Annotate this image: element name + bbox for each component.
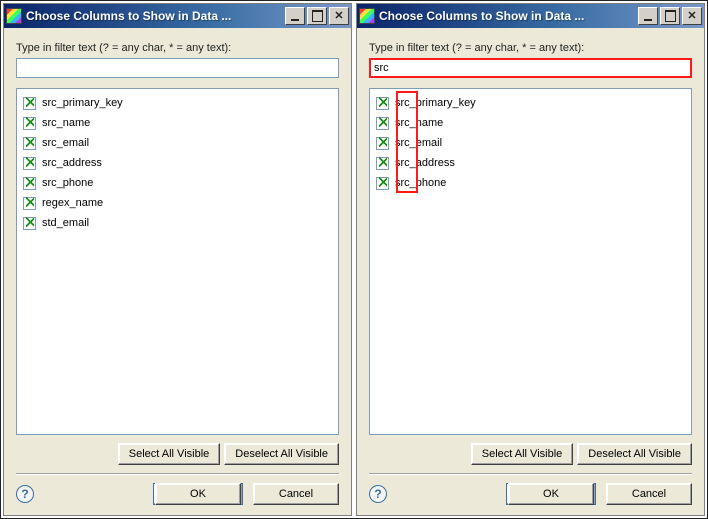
checkbox[interactable] — [23, 137, 36, 150]
checkbox[interactable] — [376, 97, 389, 110]
list-item-label: src_phone — [395, 177, 446, 189]
deselect-all-visible-button[interactable]: Deselect All Visible — [224, 443, 339, 465]
checkbox[interactable] — [376, 137, 389, 150]
minimize-button[interactable] — [638, 7, 658, 25]
dialog-choose-columns: Choose Columns to Show in Data ... ✕ Typ… — [356, 3, 705, 516]
ok-button-default-frame: OK — [506, 483, 596, 505]
close-button[interactable]: ✕ — [682, 7, 702, 25]
minimize-button[interactable] — [285, 7, 305, 25]
maximize-button[interactable] — [660, 7, 680, 25]
cancel-button[interactable]: Cancel — [606, 483, 692, 505]
close-button[interactable]: ✕ — [329, 7, 349, 25]
window-controls: ✕ — [638, 7, 704, 25]
select-button-row: Select All Visible Deselect All Visible — [369, 443, 692, 465]
list-item-label: src_name — [395, 117, 443, 129]
checkbox[interactable] — [23, 177, 36, 190]
dialog-body: Type in filter text (? = any char, * = a… — [4, 28, 351, 515]
titlebar: Choose Columns to Show in Data ... ✕ — [357, 4, 704, 28]
checkbox[interactable] — [376, 177, 389, 190]
bottom-button-row: ? OK Cancel — [369, 483, 692, 505]
list-item[interactable]: src_phone — [376, 173, 685, 193]
ok-button-default-frame: OK — [153, 483, 243, 505]
select-all-visible-button[interactable]: Select All Visible — [471, 443, 574, 465]
cancel-button[interactable]: Cancel — [253, 483, 339, 505]
list-item[interactable]: src_address — [376, 153, 685, 173]
window-title: Choose Columns to Show in Data ... — [379, 9, 638, 23]
app-icon — [359, 8, 375, 24]
list-item-label: regex_name — [42, 197, 103, 209]
filter-input[interactable] — [369, 58, 692, 78]
column-list[interactable]: src_primary_key src_name src_email src_a… — [16, 88, 339, 435]
ok-button[interactable]: OK — [155, 483, 241, 505]
dialog-choose-columns: Choose Columns to Show in Data ... ✕ Typ… — [3, 3, 352, 516]
list-item[interactable]: src_name — [23, 113, 332, 133]
help-icon[interactable]: ? — [369, 485, 387, 503]
list-item-label: src_name — [42, 117, 90, 129]
list-item-label: src_phone — [42, 177, 93, 189]
select-all-visible-button[interactable]: Select All Visible — [118, 443, 221, 465]
list-item-label: src_primary_key — [42, 97, 123, 109]
list-item[interactable]: src_address — [23, 153, 332, 173]
filter-input[interactable] — [16, 58, 339, 78]
list-item[interactable]: src_name — [376, 113, 685, 133]
filter-label: Type in filter text (? = any char, * = a… — [369, 42, 692, 54]
separator — [369, 473, 692, 475]
checkbox[interactable] — [23, 217, 36, 230]
app-icon — [6, 8, 22, 24]
list-item[interactable]: std_email — [23, 213, 332, 233]
maximize-button[interactable] — [307, 7, 327, 25]
separator — [16, 473, 339, 475]
deselect-all-visible-button[interactable]: Deselect All Visible — [577, 443, 692, 465]
list-item[interactable]: src_primary_key — [23, 93, 332, 113]
column-list[interactable]: src_primary_key src_name src_email src_a… — [369, 88, 692, 435]
window-controls: ✕ — [285, 7, 351, 25]
bottom-button-row: ? OK Cancel — [16, 483, 339, 505]
list-item[interactable]: src_primary_key — [376, 93, 685, 113]
list-item-label: src_address — [42, 157, 102, 169]
checkbox[interactable] — [376, 117, 389, 130]
select-button-row: Select All Visible Deselect All Visible — [16, 443, 339, 465]
list-item-label: src_email — [42, 137, 89, 149]
checkbox[interactable] — [23, 97, 36, 110]
checkbox[interactable] — [23, 157, 36, 170]
list-item-label: src_address — [395, 157, 455, 169]
titlebar: Choose Columns to Show in Data ... ✕ — [4, 4, 351, 28]
list-item[interactable]: regex_name — [23, 193, 332, 213]
checkbox[interactable] — [376, 157, 389, 170]
dialog-body: Type in filter text (? = any char, * = a… — [357, 28, 704, 515]
help-icon[interactable]: ? — [16, 485, 34, 503]
window-title: Choose Columns to Show in Data ... — [26, 9, 285, 23]
checkbox[interactable] — [23, 117, 36, 130]
checkbox[interactable] — [23, 197, 36, 210]
list-item[interactable]: src_email — [23, 133, 332, 153]
ok-button[interactable]: OK — [508, 483, 594, 505]
list-item-label: std_email — [42, 217, 89, 229]
list-item[interactable]: src_email — [376, 133, 685, 153]
filter-label: Type in filter text (? = any char, * = a… — [16, 42, 339, 54]
list-item-label: src_primary_key — [395, 97, 476, 109]
list-item-label: src_email — [395, 137, 442, 149]
list-item[interactable]: src_phone — [23, 173, 332, 193]
